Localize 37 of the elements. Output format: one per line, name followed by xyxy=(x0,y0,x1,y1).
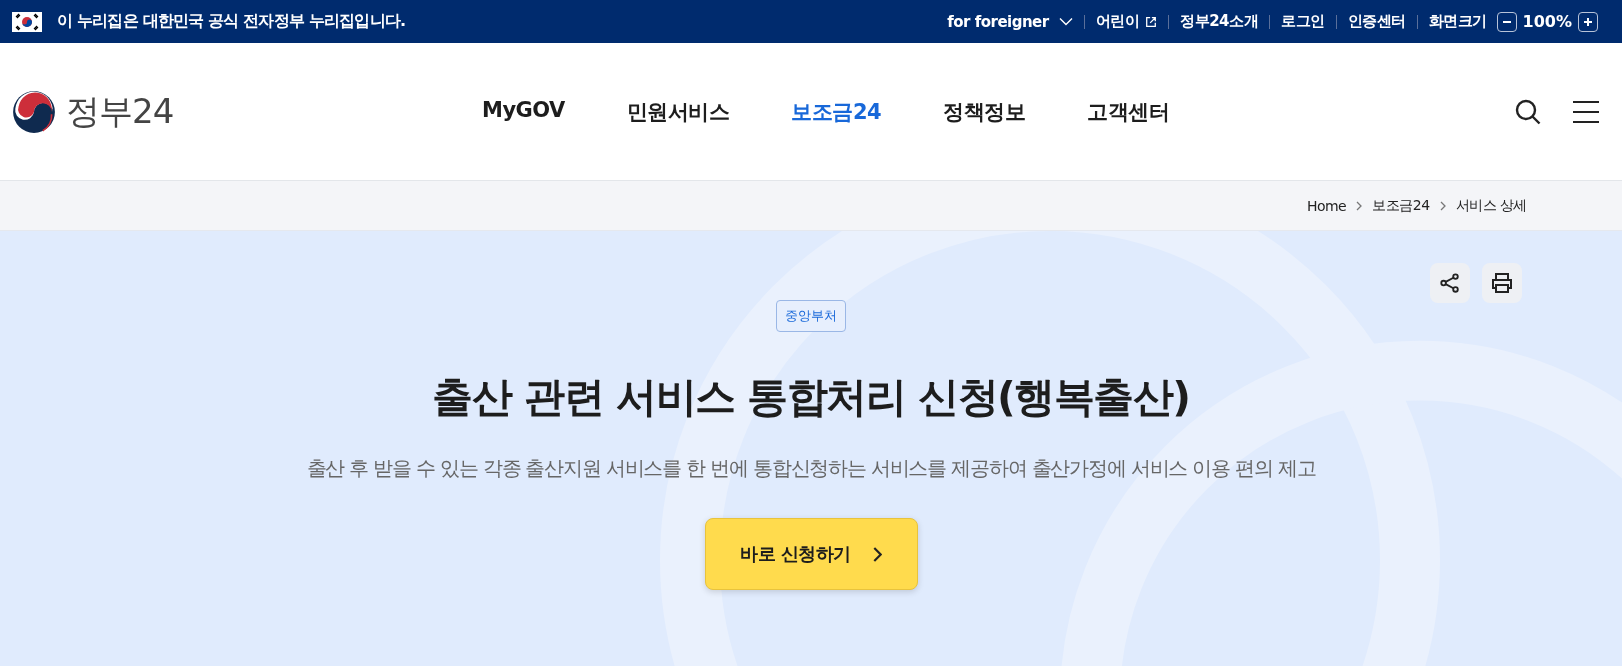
nav-tab[interactable]: 고객센터 xyxy=(1087,97,1170,126)
search-icon[interactable] xyxy=(1514,97,1542,126)
share-button[interactable] xyxy=(1430,263,1470,303)
printer-icon xyxy=(1490,271,1514,295)
breadcrumb-link[interactable]: 서비스 상세 xyxy=(1455,196,1527,215)
top-link[interactable]: for foreigner xyxy=(947,12,1049,31)
nav-tab[interactable]: MyGOV xyxy=(482,97,565,126)
nav-tab[interactable]: 정책정보 xyxy=(943,97,1026,126)
share-icon xyxy=(1439,272,1461,294)
official-site-notice: 이 누리집은 대한민국 공식 전자정부 누리집입니다. xyxy=(57,11,406,32)
top-link[interactable]: 정부24소개 xyxy=(1180,12,1259,31)
site-logo-text[interactable]: 정부24 xyxy=(66,88,174,135)
chevron-right-icon xyxy=(1439,200,1446,211)
service-description: 출산 후 받을 수 있는 각종 출산지원 서비스를 한 번에 통합신청하는 서비스를 제공하여 출산가정에 서비스 이용 편의 제고 xyxy=(306,455,1316,482)
service-title: 출산 관련 서비스 통합처리 신청(행복출산) xyxy=(432,372,1190,423)
top-link[interactable]: 화면크기 xyxy=(1428,12,1487,31)
category-tag: 중앙부처 xyxy=(776,300,846,332)
top-link[interactable]: 인증센터 xyxy=(1347,12,1406,31)
nav-tab[interactable]: 민원서비스 xyxy=(626,97,730,126)
plus-icon xyxy=(1583,16,1593,27)
zoom-level: 100% xyxy=(1522,12,1572,31)
breadcrumb-link[interactable]: 보조금24 xyxy=(1372,196,1430,215)
chevron-down-icon xyxy=(1058,17,1073,26)
external-link-icon xyxy=(1145,15,1158,28)
nav-tab[interactable]: 보조금24 xyxy=(791,97,882,126)
menu-icon[interactable] xyxy=(1572,99,1600,124)
taegeuk-logo-icon xyxy=(12,89,56,134)
zoom-out-button[interactable] xyxy=(1496,11,1517,32)
top-link[interactable]: 어린이 xyxy=(1095,12,1140,31)
print-button[interactable] xyxy=(1482,263,1522,303)
apply-button[interactable]: 바로 신청하기 xyxy=(704,518,918,590)
chevron-right-icon xyxy=(872,546,882,562)
flag-icon xyxy=(12,11,42,32)
zoom-in-button[interactable] xyxy=(1578,11,1598,32)
chevron-right-icon xyxy=(1356,200,1363,211)
breadcrumb-link[interactable]: Home xyxy=(1306,197,1347,214)
top-link[interactable]: 로그인 xyxy=(1281,12,1325,31)
